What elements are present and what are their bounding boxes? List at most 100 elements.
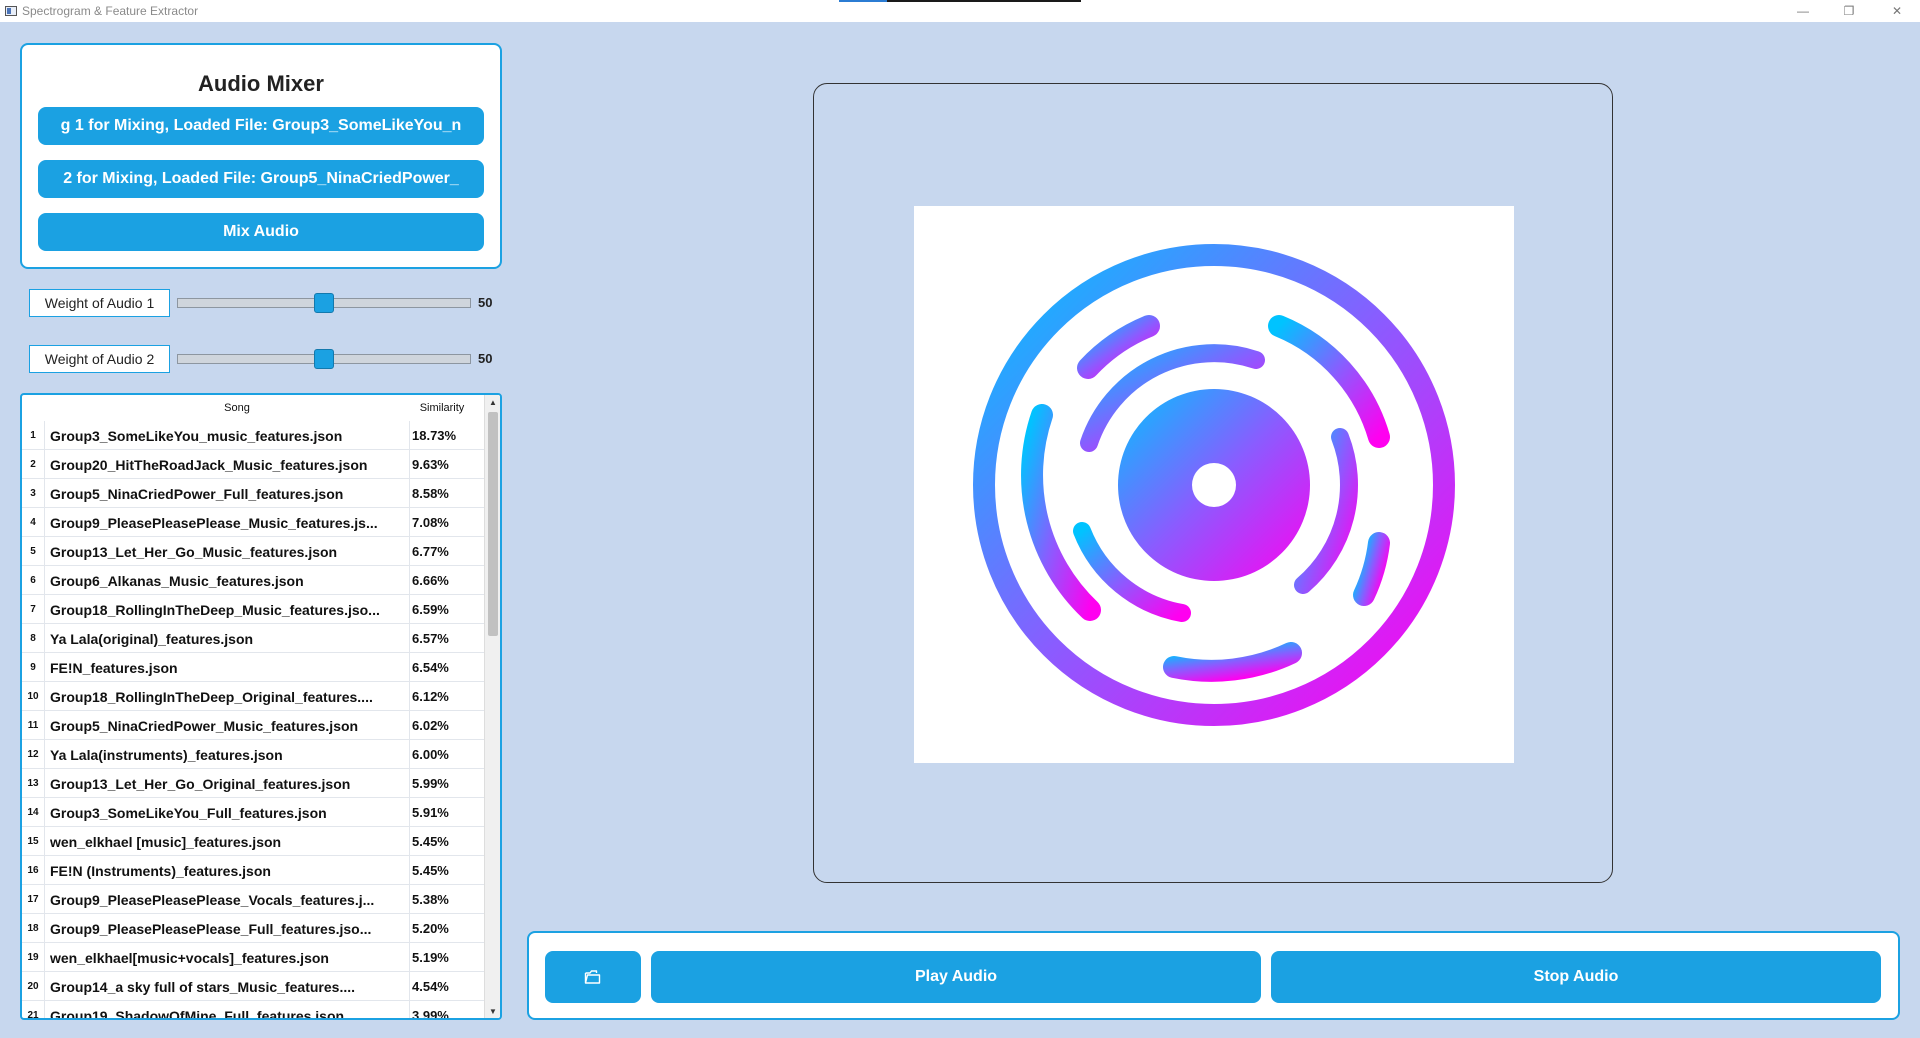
row-index: 8	[30, 633, 36, 644]
table-row[interactable]: 14 Group3_SomeLikeYou_Full_features.json 5…	[22, 798, 484, 827]
table-row[interactable]: 6 Group6_Alkanas_Music_features.json 6.66%	[22, 566, 484, 595]
similarity-cell: 3.99%	[412, 1008, 449, 1020]
table-row[interactable]: 16 FE!N (Instruments)_features.json 5.45%	[22, 856, 484, 885]
row-index: 1	[30, 430, 36, 441]
song-cell[interactable]: Group19_ShadowOfMine_Full_features.json	[44, 1001, 410, 1018]
playback-controls: Play Audio Stop Audio	[527, 931, 1900, 1020]
artwork-viewer	[813, 83, 1613, 883]
row-index: 3	[30, 488, 36, 499]
similarity-cell: 6.77%	[412, 544, 449, 559]
weight-audio1-row: Weight of Audio 1 50	[29, 289, 499, 317]
song-cell[interactable]: Group5_NinaCriedPower_Music_features.jso…	[44, 711, 410, 740]
similarity-cell: 6.57%	[412, 631, 449, 646]
weight-audio1-slider-thumb[interactable]	[314, 293, 334, 313]
row-index: 18	[27, 923, 39, 934]
column-header-similarity[interactable]: Similarity	[410, 395, 474, 421]
table-row[interactable]: 8 Ya Lala(original)_features.json 6.57%	[22, 624, 484, 653]
row-index: 13	[27, 778, 39, 789]
scroll-down-arrow-icon[interactable]: ▼	[485, 1004, 500, 1018]
table-row[interactable]: 19 wen_elkhael[music+vocals]_features.jso…	[22, 943, 484, 972]
similarity-cell: 8.58%	[412, 486, 449, 501]
tab-indicator-line	[887, 0, 1081, 2]
mix-audio-button[interactable]: Mix Audio	[38, 213, 484, 251]
song-cell[interactable]: Group3_SomeLikeYou_music_features.json	[44, 421, 410, 450]
stop-audio-button[interactable]: Stop Audio	[1271, 951, 1881, 1003]
open-folder-button[interactable]	[545, 951, 641, 1003]
minimize-button[interactable]: —	[1780, 0, 1826, 22]
row-index: 12	[27, 749, 39, 760]
table-row[interactable]: 7 Group18_RollingInTheDeep_Music_features…	[22, 595, 484, 624]
song-cell[interactable]: Group14_a sky full of stars_Music_featur…	[44, 972, 410, 1001]
table-row[interactable]: 13 Group13_Let_Her_Go_Original_features.j…	[22, 769, 484, 798]
similarity-cell: 4.54%	[412, 979, 449, 994]
load-song1-button[interactable]: g 1 for Mixing, Loaded File: Group3_Some…	[38, 107, 484, 145]
close-button[interactable]: ✕	[1874, 0, 1920, 22]
song-cell[interactable]: FE!N_features.json	[44, 653, 410, 682]
table-row[interactable]: 12 Ya Lala(instruments)_features.json 6.00…	[22, 740, 484, 769]
similarity-cell: 6.54%	[412, 660, 449, 675]
similarity-cell: 5.45%	[412, 834, 449, 849]
similarity-cell: 9.63%	[412, 457, 449, 472]
similarity-cell: 6.00%	[412, 747, 449, 762]
table-row[interactable]: 10 Group18_RollingInTheDeep_Original_feat…	[22, 682, 484, 711]
row-index: 5	[30, 546, 36, 557]
weight-audio1-value: 50	[478, 295, 493, 310]
similarity-cell: 5.45%	[412, 863, 449, 878]
similarity-cell: 5.19%	[412, 950, 449, 965]
row-index: 16	[27, 865, 39, 876]
weight-audio2-slider-thumb[interactable]	[314, 349, 334, 369]
song-cell[interactable]: wen_elkhael [music]_features.json	[44, 827, 410, 856]
song-cell[interactable]: Group20_HitTheRoadJack_Music_features.js…	[44, 450, 410, 479]
table-row[interactable]: 1 Group3_SomeLikeYou_music_features.json 1…	[22, 421, 484, 450]
row-index: 6	[30, 575, 36, 586]
row-index: 4	[30, 517, 36, 528]
similarity-cell: 5.91%	[412, 805, 449, 820]
table-row[interactable]: 9 FE!N_features.json 6.54%	[22, 653, 484, 682]
song-cell[interactable]: Group13_Let_Her_Go_Original_features.jso…	[44, 769, 410, 798]
song-cell[interactable]: Group18_RollingInTheDeep_Music_features.…	[44, 595, 410, 624]
song-cell[interactable]: Group13_Let_Her_Go_Music_features.json	[44, 537, 410, 566]
song-cell[interactable]: FE!N (Instruments)_features.json	[44, 856, 410, 885]
similarity-table: Song Similarity 1 Group3_SomeLikeYou_musi…	[20, 393, 502, 1020]
row-index: 17	[27, 894, 39, 905]
table-row[interactable]: 11 Group5_NinaCriedPower_Music_features.j…	[22, 711, 484, 740]
table-row[interactable]: 2 Group20_HitTheRoadJack_Music_features.j…	[22, 450, 484, 479]
song-cell[interactable]: Group9_PleasePleasePlease_Full_features.…	[44, 914, 410, 943]
weight-audio1-label: Weight of Audio 1	[29, 289, 170, 317]
table-row[interactable]: 5 Group13_Let_Her_Go_Music_features.json 6…	[22, 537, 484, 566]
song-cell[interactable]: Group9_PleasePleasePlease_Vocals_feature…	[44, 885, 410, 914]
scrollbar-thumb[interactable]	[488, 412, 498, 636]
table-scrollbar[interactable]: ▲ ▼	[484, 395, 500, 1018]
table-row[interactable]: 17 Group9_PleasePleasePlease_Vocals_featu…	[22, 885, 484, 914]
weight-audio2-row: Weight of Audio 2 50	[29, 345, 499, 373]
song-cell[interactable]: Ya Lala(original)_features.json	[44, 624, 410, 653]
load-song2-button[interactable]: 2 for Mixing, Loaded File: Group5_NinaCr…	[38, 160, 484, 198]
table-row[interactable]: 4 Group9_PleasePleasePlease_Music_feature…	[22, 508, 484, 537]
table-row[interactable]: 20 Group14_a sky full of stars_Music_feat…	[22, 972, 484, 1001]
table-body: 1 Group3_SomeLikeYou_music_features.json 1…	[22, 421, 484, 1020]
table-row[interactable]: 3 Group5_NinaCriedPower_Full_features.jso…	[22, 479, 484, 508]
table-row[interactable]: 18 Group9_PleasePleasePlease_Full_feature…	[22, 914, 484, 943]
song-cell[interactable]: wen_elkhael[music+vocals]_features.json	[44, 943, 410, 972]
row-index: 9	[30, 662, 36, 673]
similarity-cell: 5.38%	[412, 892, 449, 907]
window-title: Spectrogram & Feature Extractor	[22, 4, 199, 18]
vinyl-disc-logo-icon	[973, 243, 1455, 726]
table-row[interactable]: 21 Group19_ShadowOfMine_Full_features.jso…	[22, 1001, 484, 1020]
maximize-button[interactable]: ❐	[1826, 0, 1872, 22]
row-index: 14	[27, 807, 39, 818]
song-cell[interactable]: Ya Lala(instruments)_features.json	[44, 740, 410, 769]
column-header-song[interactable]: Song	[44, 395, 430, 421]
table-row[interactable]: 15 wen_elkhael [music]_features.json 5.45%	[22, 827, 484, 856]
song-cell[interactable]: Group18_RollingInTheDeep_Original_featur…	[44, 682, 410, 711]
song-cell[interactable]: Group3_SomeLikeYou_Full_features.json	[44, 798, 410, 827]
play-audio-button[interactable]: Play Audio	[651, 951, 1261, 1003]
row-index: 11	[27, 720, 39, 731]
song-cell[interactable]: Group9_PleasePleasePlease_Music_features…	[44, 508, 410, 537]
audio-mixer-panel: Audio Mixer g 1 for Mixing, Loaded File:…	[20, 43, 502, 269]
song-cell[interactable]: Group6_Alkanas_Music_features.json	[44, 566, 410, 595]
song-cell[interactable]: Group5_NinaCriedPower_Full_features.json	[44, 479, 410, 508]
weight-audio2-value: 50	[478, 351, 493, 366]
scroll-up-arrow-icon[interactable]: ▲	[485, 395, 500, 409]
app-icon	[5, 6, 17, 16]
